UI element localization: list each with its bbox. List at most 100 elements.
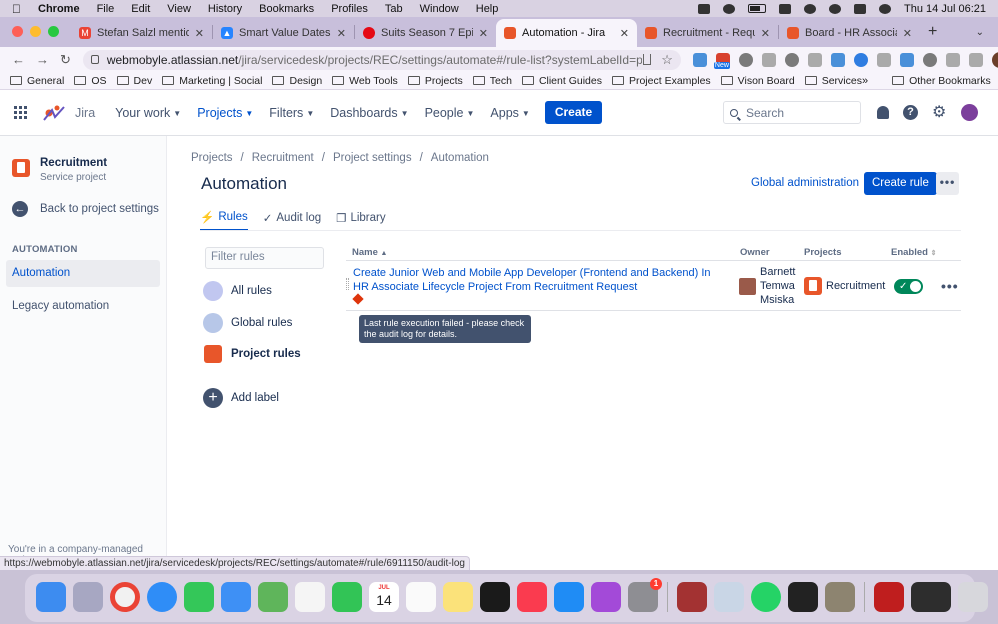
menu-bookmarks[interactable]: Bookmarks: [259, 3, 314, 15]
menu-history[interactable]: History: [208, 3, 242, 15]
breadcrumb-automation[interactable]: Automation: [431, 152, 489, 164]
extension-icon[interactable]: [692, 52, 707, 67]
user-avatar[interactable]: [961, 104, 978, 121]
nav-people[interactable]: People ▼: [425, 106, 475, 120]
forward-arrow-icon[interactable]: →: [36, 52, 49, 67]
screen-record-icon[interactable]: [698, 3, 711, 14]
maps-icon[interactable]: [258, 582, 288, 612]
close-tab-icon[interactable]: ✕: [761, 27, 770, 40]
sidebar-item-legacy-automation[interactable]: Legacy automation: [6, 293, 160, 320]
play-icon[interactable]: [723, 3, 736, 14]
close-window-button[interactable]: [12, 26, 23, 37]
siri-icon[interactable]: [879, 3, 892, 14]
shield-icon[interactable]: [738, 52, 753, 67]
tab-search-chevron-icon[interactable]: ⌄: [976, 27, 984, 38]
bookmark-folder[interactable]: OS: [74, 75, 107, 87]
nav-your-work[interactable]: Your work ▼: [115, 106, 181, 120]
menu-app-name[interactable]: Chrome: [38, 3, 80, 15]
menu-help[interactable]: Help: [476, 3, 499, 15]
help-icon[interactable]: ?: [903, 105, 918, 120]
extension-icon[interactable]: [761, 52, 776, 67]
apple-menu-icon[interactable]: : [12, 2, 28, 16]
new-tab-button[interactable]: +: [928, 23, 937, 41]
spotlight-icon[interactable]: [829, 3, 842, 14]
sidebar-item-automation[interactable]: Automation: [6, 260, 160, 287]
finder-icon[interactable]: [36, 582, 66, 612]
project-header[interactable]: Recruitment Service project: [12, 157, 166, 183]
tab-library[interactable]: ❐ Library: [336, 210, 385, 231]
create-button[interactable]: Create: [544, 101, 603, 124]
window-thumbnail-icon[interactable]: [911, 582, 951, 612]
breadcrumb-projects[interactable]: Projects: [191, 152, 233, 164]
bookmark-folder[interactable]: Client Guides: [521, 75, 602, 87]
menu-edit[interactable]: Edit: [131, 3, 150, 15]
bookmark-folder[interactable]: Dev: [116, 75, 152, 87]
create-rule-button[interactable]: Create rule: [864, 172, 937, 195]
browser-tab-gmail[interactable]: M Stefan Salzl mentioned y ✕: [71, 19, 212, 47]
notifications-icon[interactable]: [877, 106, 889, 119]
menu-file[interactable]: File: [97, 3, 115, 15]
bookmarks-overflow-button[interactable]: »: [862, 75, 868, 87]
system-settings-icon[interactable]: 1: [628, 578, 662, 612]
launchpad-icon[interactable]: [73, 582, 103, 612]
bookmark-star-icon[interactable]: ☆: [661, 52, 673, 68]
vue-icon[interactable]: [807, 52, 822, 67]
label-global-rules[interactable]: Global rules: [203, 313, 292, 333]
battery-icon[interactable]: [748, 4, 767, 13]
add-label-button[interactable]: + Add label: [203, 388, 279, 408]
close-tab-icon[interactable]: ✕: [479, 27, 488, 40]
browser-tab-automation-jira[interactable]: Automation - Jira ✕: [496, 19, 637, 47]
bookmark-folder[interactable]: Web Tools: [332, 75, 398, 87]
address-bar[interactable]: webmobyle.atlassian.net /jira/servicedes…: [82, 49, 681, 70]
menu-profiles[interactable]: Profiles: [331, 3, 368, 15]
dictionary-icon[interactable]: [677, 582, 707, 612]
nav-apps[interactable]: Apps ▼: [490, 106, 529, 120]
label-project-rules[interactable]: Project rules: [203, 345, 301, 363]
photos-icon[interactable]: [295, 582, 325, 612]
profile-avatar[interactable]: [991, 51, 998, 68]
drag-handle-icon[interactable]: [346, 278, 349, 290]
bookmark-folder[interactable]: Projects: [407, 75, 463, 87]
search-input[interactable]: Search: [723, 101, 861, 124]
browser-tab-suits[interactable]: Suits Season 7 Episode ✕: [355, 19, 496, 47]
extension-icon[interactable]: New: [713, 52, 730, 69]
preview-icon[interactable]: [714, 582, 744, 612]
menu-tab[interactable]: Tab: [385, 3, 403, 15]
jira-service-management-logo-icon[interactable]: [41, 102, 67, 124]
whatsapp-icon[interactable]: [751, 582, 781, 612]
settings-gear-icon[interactable]: ⚙: [932, 105, 947, 121]
more-actions-button[interactable]: •••: [936, 172, 959, 195]
filezilla-icon[interactable]: [874, 582, 904, 612]
column-header-name[interactable]: Name ▲: [352, 247, 387, 258]
app-switcher-icon[interactable]: [14, 106, 27, 119]
fullscreen-window-button[interactable]: [48, 26, 59, 37]
bookmark-folder[interactable]: General: [10, 75, 64, 87]
bookmark-folder[interactable]: Design: [272, 75, 322, 87]
tv-icon[interactable]: [480, 582, 510, 612]
side-panel-icon[interactable]: [968, 52, 983, 67]
close-tab-icon[interactable]: ✕: [903, 27, 912, 40]
global-administration-link[interactable]: Global administration: [751, 177, 859, 189]
extension-icon[interactable]: [830, 52, 845, 67]
browser-tab-smart-value[interactable]: ▲ Smart Value Dates Form ✕: [213, 19, 354, 47]
menubar-clock[interactable]: Thu 14 Jul 06:21: [904, 3, 986, 15]
extension-icon[interactable]: [899, 52, 914, 67]
extension-icon[interactable]: [922, 52, 937, 67]
enabled-toggle[interactable]: ✓: [894, 279, 923, 294]
extension-icon[interactable]: [876, 52, 891, 67]
bookmark-folder[interactable]: Project Examples: [611, 75, 711, 87]
menu-window[interactable]: Window: [420, 3, 459, 15]
bookmark-folder[interactable]: Tech: [472, 75, 512, 87]
trash-icon[interactable]: [958, 582, 988, 612]
close-tab-icon[interactable]: ✕: [195, 27, 204, 40]
calendar-icon[interactable]: JUL 14: [369, 582, 399, 612]
back-to-project-settings-link[interactable]: ← Back to project settings: [12, 201, 166, 217]
column-header-enabled[interactable]: Enabled ⇕: [891, 247, 936, 258]
terminal-icon[interactable]: [788, 582, 818, 612]
browser-tab-board[interactable]: Board - HR Associate Lif ✕: [779, 19, 920, 47]
extension-icon[interactable]: [853, 52, 868, 67]
minimize-window-button[interactable]: [30, 26, 41, 37]
gimp-icon[interactable]: [825, 582, 855, 612]
reminders-icon[interactable]: [406, 582, 436, 612]
product-name[interactable]: Jira: [75, 106, 95, 120]
